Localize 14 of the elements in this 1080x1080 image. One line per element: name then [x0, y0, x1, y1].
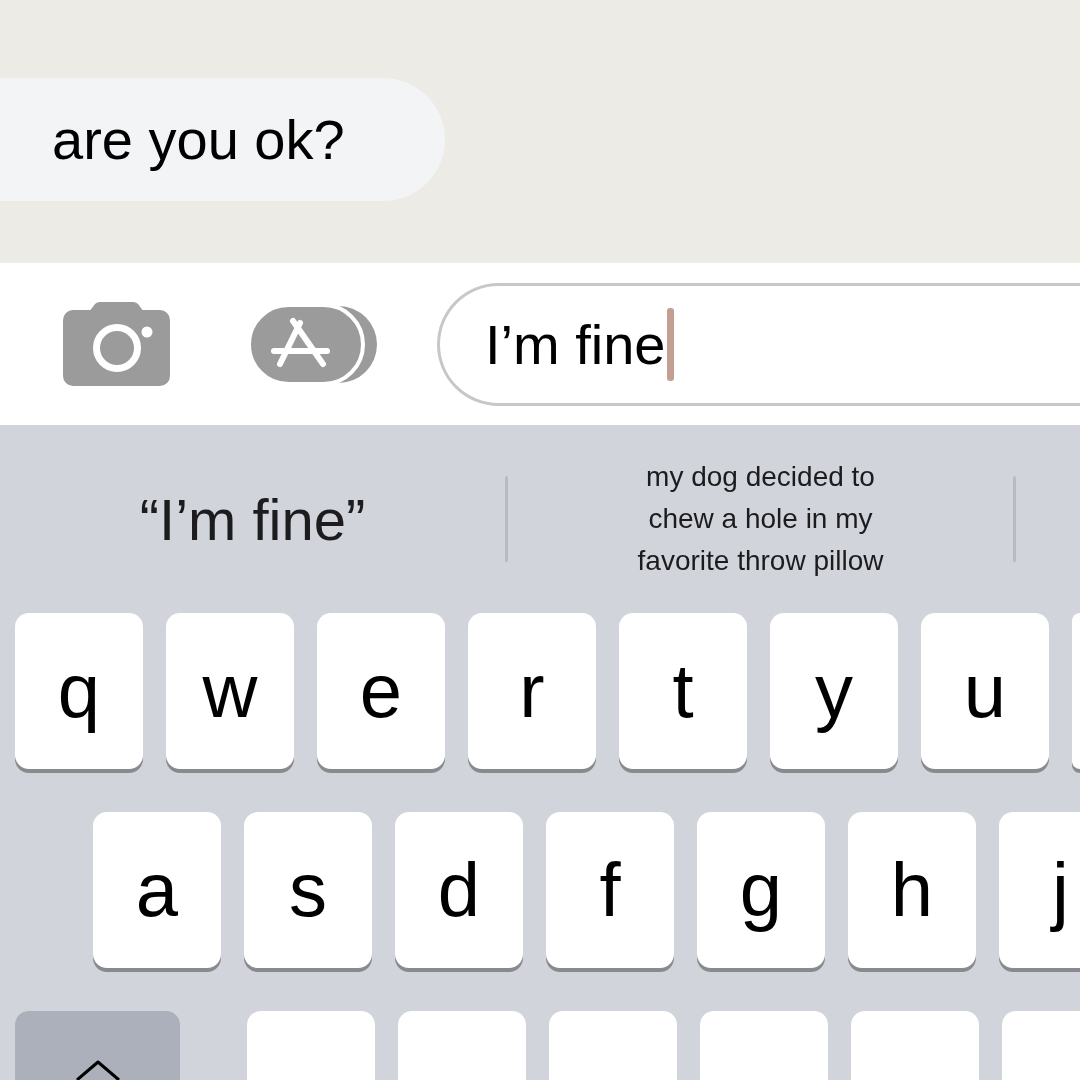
keyboard-key[interactable] — [851, 1011, 979, 1080]
suggestion[interactable]: my dog decided to chew a hole in my favorite throw pillow — [508, 425, 1013, 613]
camera-icon[interactable] — [63, 302, 170, 386]
suggestion[interactable]: “I’m fine” — [0, 425, 505, 613]
shift-icon — [74, 1060, 121, 1080]
shift-key[interactable] — [15, 1011, 180, 1080]
message-bubble: are you ok? — [0, 78, 445, 201]
keyboard-key[interactable] — [549, 1011, 677, 1080]
keyboard-key[interactable] — [398, 1011, 526, 1080]
keyboard-key[interactable] — [247, 1011, 375, 1080]
keyboard-key[interactable] — [1002, 1011, 1080, 1080]
message-field[interactable]: I’m fine — [437, 282, 1080, 406]
keyboard-key[interactable] — [700, 1011, 828, 1080]
keyboard-key[interactable] — [1072, 613, 1080, 769]
